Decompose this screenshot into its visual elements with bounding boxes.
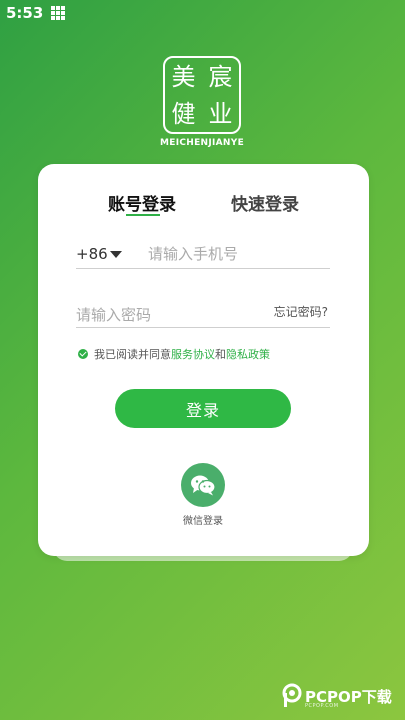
agreement-prefix: 我已阅读并同意 (94, 348, 171, 361)
pcpop-logo-icon (282, 683, 302, 707)
wechat-login-button[interactable] (181, 463, 225, 507)
login-button[interactable]: 登录 (115, 389, 291, 428)
login-card: 账号登录 快速登录 +86 忘记密码? 我已阅读并同意 服务协议 和 隐私政策 … (38, 164, 369, 556)
password-input[interactable] (76, 303, 256, 327)
logo-char-1: 美 (171, 62, 196, 91)
brand-subtitle: MEICHENJIANYE (159, 138, 245, 148)
logo-char-3: 健 (171, 99, 196, 128)
phone-field-row: +86 (76, 242, 330, 269)
privacy-policy-link[interactable]: 隐私政策 (226, 346, 270, 362)
tab-quick-login[interactable]: 快速登录 (231, 190, 299, 215)
chevron-down-icon[interactable] (110, 251, 122, 258)
watermark: PCPOP下载 PCPOP.COM (282, 683, 392, 709)
service-agreement-link[interactable]: 服务协议 (171, 346, 215, 362)
brand-logo: 美 宸 健 业 (163, 56, 241, 134)
country-code-selector[interactable]: +86 (76, 245, 108, 263)
status-time: 5:53 (6, 4, 44, 22)
tab-account-login[interactable]: 账号登录 (108, 190, 176, 215)
password-field-row: 忘记密码? (76, 301, 330, 328)
app-grid-icon (51, 6, 66, 20)
wechat-icon (191, 475, 216, 496)
logo-char-2: 宸 (208, 62, 233, 91)
forgot-password-link[interactable]: 忘记密码? (274, 303, 328, 320)
agreement-row: 我已阅读并同意 服务协议 和 隐私政策 (78, 346, 270, 362)
phone-input[interactable] (148, 242, 328, 266)
wechat-login-label: 微信登录 (183, 516, 223, 527)
agreement-and: 和 (215, 348, 226, 361)
active-tab-indicator (126, 214, 160, 216)
watermark-subtext: PCPOP.COM (305, 703, 339, 709)
agree-checkbox[interactable] (78, 349, 88, 359)
logo-char-4: 业 (208, 99, 233, 128)
status-bar: 5:53 (0, 0, 405, 26)
